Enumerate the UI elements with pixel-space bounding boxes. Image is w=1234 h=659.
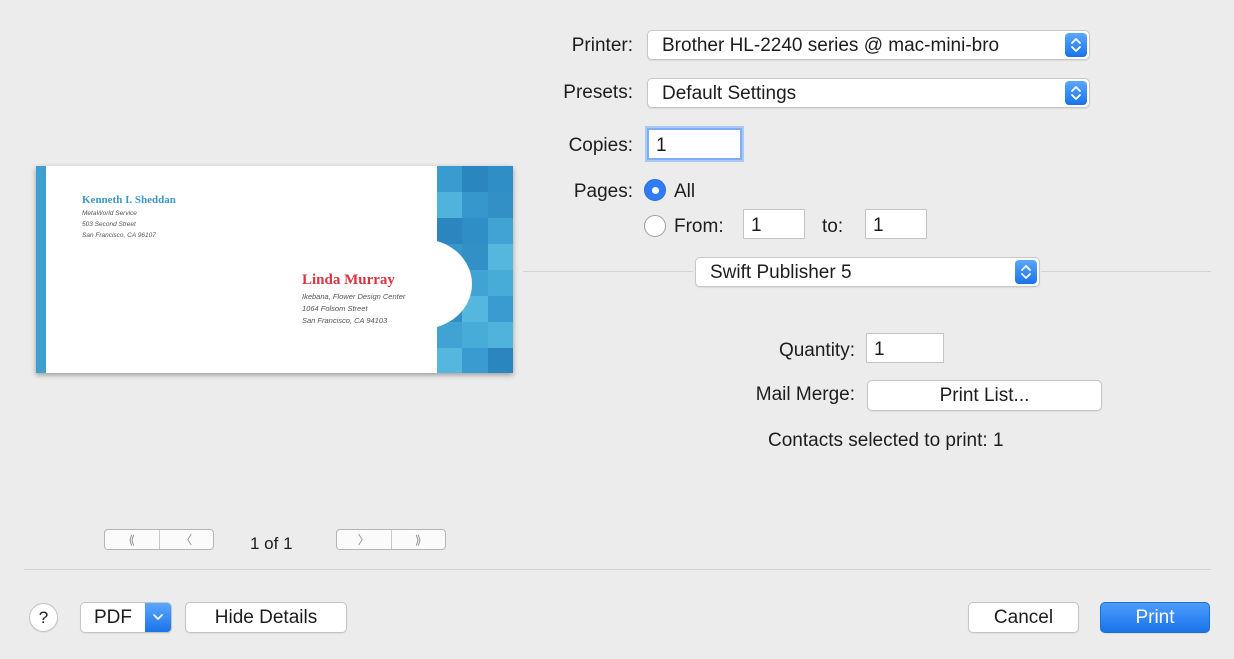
up-down-chevron-icon: [1015, 260, 1037, 284]
recipient-address-line: 1064 Folsom Street: [302, 304, 368, 313]
printer-label: Printer:: [571, 35, 633, 56]
section-popup[interactable]: Swift Publisher 5: [695, 257, 1040, 287]
up-down-chevron-icon: [1065, 81, 1087, 105]
recipient-name: Linda Murray: [302, 272, 395, 288]
envelope-side-stripe: [36, 166, 46, 373]
chevron-right-icon[interactable]: 〉: [337, 530, 391, 549]
copies-label: Copies:: [568, 135, 633, 156]
presets-value: Default Settings: [662, 83, 797, 104]
mosaic-tile: [462, 348, 488, 373]
sender-address-line: 503 Second Street: [82, 221, 136, 228]
footer-divider: [24, 569, 1211, 570]
mosaic-tile: [437, 166, 463, 192]
mosaic-tile: [487, 296, 513, 322]
recipient-address-line: Ikebana, Flower Design Center: [302, 292, 406, 301]
mosaic-tile: [487, 166, 513, 192]
pages-all-label: All: [674, 181, 696, 202]
print-list-button[interactable]: Print List...: [867, 380, 1102, 411]
double-chevron-left-icon[interactable]: ⟪: [105, 530, 159, 549]
sender-address-line: MetaWorld Service: [82, 210, 137, 217]
pages-to-field[interactable]: [865, 209, 927, 239]
presets-popup[interactable]: Default Settings: [647, 78, 1090, 108]
page-indicator: 1 of 1: [250, 534, 293, 553]
quantity-label: Quantity:: [778, 340, 855, 361]
mosaic-tile: [487, 218, 513, 244]
quantity-field[interactable]: [866, 333, 944, 363]
section-popup-value: Swift Publisher 5: [710, 262, 852, 283]
hide-details-button[interactable]: Hide Details: [185, 602, 347, 633]
recipient-address-line: San Francisco, CA 94103: [302, 316, 388, 325]
mosaic-tile: [462, 166, 488, 192]
mosaic-tile: [437, 192, 463, 218]
mosaic-tile: [437, 322, 463, 348]
printer-popup[interactable]: Brother HL-2240 series @ mac-mini-bro: [647, 30, 1090, 60]
mosaic-tile: [462, 218, 488, 244]
print-button[interactable]: Print: [1100, 602, 1210, 633]
pages-from-label: From:: [674, 216, 724, 237]
double-chevron-right-icon[interactable]: ⟫: [390, 530, 446, 549]
mosaic-tile: [487, 244, 513, 270]
mosaic-tile: [487, 192, 513, 218]
presets-label: Presets:: [563, 82, 633, 103]
contacts-selected-status: Contacts selected to print: 1: [768, 430, 1004, 451]
mosaic-tile: [462, 192, 488, 218]
pages-all-radio[interactable]: [644, 179, 666, 201]
up-down-chevron-icon: [1065, 33, 1087, 57]
printer-value: Brother HL-2240 series @ mac-mini-bro: [662, 35, 1000, 56]
section-divider-right: [1041, 271, 1211, 272]
page-nav-forward-group: 〉 ⟫: [336, 529, 446, 550]
chevron-down-icon: [145, 603, 171, 632]
pages-from-field[interactable]: [743, 209, 805, 239]
mosaic-tile: [437, 218, 463, 244]
pdf-label: PDF: [94, 606, 132, 628]
page-nav-back-group: ⟪ 〈: [104, 529, 214, 550]
sender-address-line: San Francisco, CA 96107: [82, 232, 156, 239]
section-divider-left: [523, 271, 693, 272]
pages-to-label: to:: [822, 216, 844, 237]
mosaic-tile: [487, 270, 513, 296]
mosaic-tile: [487, 348, 513, 373]
pdf-menu-button[interactable]: PDF: [80, 602, 172, 633]
cancel-button[interactable]: Cancel: [968, 602, 1079, 633]
pages-label: Pages:: [573, 181, 633, 202]
help-button[interactable]: ?: [29, 603, 58, 632]
envelope-preview: Kenneth I. Sheddan MetaWorld Service 503…: [36, 166, 513, 373]
mosaic-tile: [462, 322, 488, 348]
mosaic-tile: [437, 348, 463, 373]
mosaic-tile: [487, 322, 513, 348]
copies-field[interactable]: [647, 128, 742, 160]
chevron-left-icon[interactable]: 〈: [158, 530, 214, 549]
mail-merge-label: Mail Merge:: [755, 384, 855, 405]
pages-range-radio[interactable]: [644, 215, 666, 237]
sender-name: Kenneth I. Sheddan: [82, 194, 176, 206]
